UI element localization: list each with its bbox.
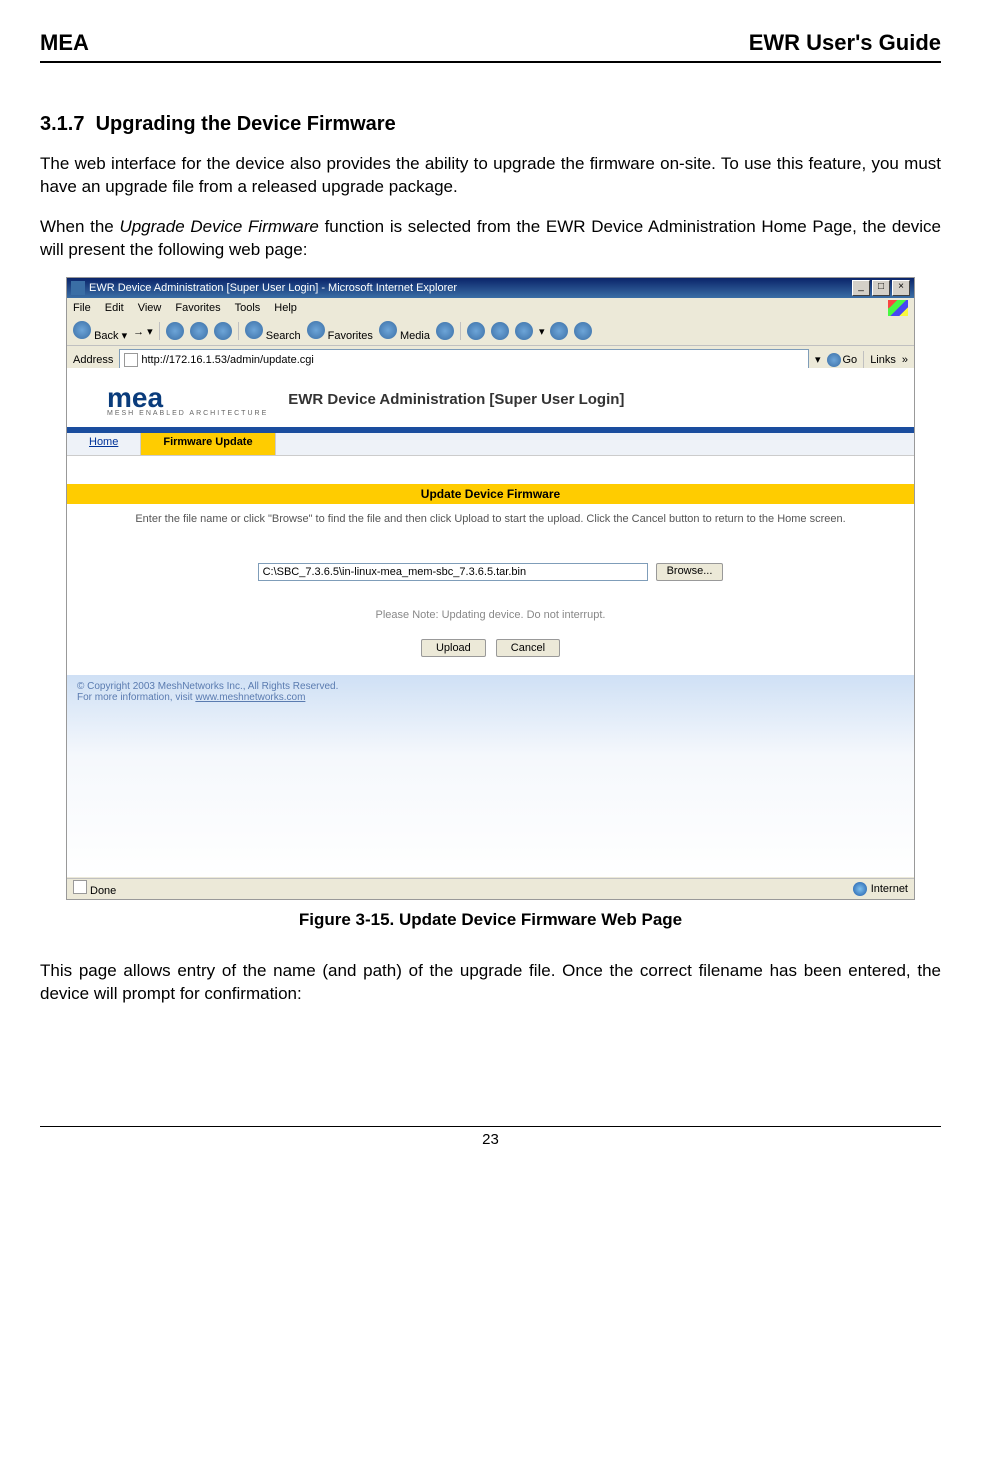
ie-icon (71, 281, 85, 295)
messenger-icon[interactable] (574, 322, 592, 340)
status-left: Done (73, 880, 116, 897)
upload-button[interactable]: Upload (421, 639, 486, 657)
minimize-button[interactable]: _ (852, 280, 870, 296)
discuss-icon[interactable] (550, 322, 568, 340)
menu-view[interactable]: View (138, 302, 162, 314)
links-label[interactable]: Links (870, 354, 896, 366)
tab-row: Home Firmware Update (67, 433, 914, 456)
forward-button[interactable]: → ▾ (133, 325, 153, 338)
done-icon (73, 880, 87, 894)
file-path-input[interactable]: C:\SBC_7.3.6.5\in-linux-mea_mem-sbc_7.3.… (258, 563, 648, 581)
edit-icon[interactable] (515, 322, 533, 340)
window-titlebar: EWR Device Administration [Super User Lo… (67, 278, 914, 298)
paragraph-1: The web interface for the device also pr… (40, 153, 941, 199)
close-button[interactable]: × (892, 280, 910, 296)
back-button[interactable]: Back ▾ (73, 321, 127, 342)
address-label: Address (73, 354, 113, 366)
tab-firmware-update[interactable]: Firmware Update (141, 433, 275, 455)
meshnetworks-link[interactable]: www.meshnetworks.com (195, 692, 305, 703)
favorites-button[interactable]: Favorites (307, 321, 373, 342)
note-text: Please Note: Updating device. Do not int… (67, 591, 914, 639)
mea-logo: mea MESH ENABLED ARCHITECTURE (107, 382, 268, 417)
toolbar: Back ▾ → ▾ Search Favorites Media ▾ (67, 318, 914, 346)
menu-edit[interactable]: Edit (105, 302, 124, 314)
button-row: Upload Cancel (67, 639, 914, 675)
figure-caption: Figure 3-15. Update Device Firmware Web … (40, 910, 941, 930)
copyright-text: © Copyright 2003 MeshNetworks Inc., All … (77, 681, 904, 692)
refresh-icon[interactable] (190, 322, 208, 340)
header-right: EWR User's Guide (749, 30, 941, 56)
page-footer: © Copyright 2003 MeshNetworks Inc., All … (67, 675, 914, 877)
page-footer-number: 23 (40, 1126, 941, 1148)
paragraph-3: This page allows entry of the name (and … (40, 960, 941, 1006)
admin-title: EWR Device Administration [Super User Lo… (288, 391, 624, 408)
section-number: 3.1.7 (40, 113, 84, 135)
menu-file[interactable]: File (73, 302, 91, 314)
go-icon (827, 353, 841, 367)
file-row: C:\SBC_7.3.6.5\in-linux-mea_mem-sbc_7.3.… (67, 535, 914, 591)
maximize-button[interactable]: □ (872, 280, 890, 296)
print-icon[interactable] (491, 322, 509, 340)
logo-bar: mea MESH ENABLED ARCHITECTURE EWR Device… (67, 368, 914, 427)
cancel-button[interactable]: Cancel (496, 639, 560, 657)
tab-home[interactable]: Home (67, 433, 141, 455)
go-button[interactable]: Go (827, 353, 858, 367)
browse-button[interactable]: Browse... (656, 563, 724, 581)
status-bar: Done Internet (67, 878, 914, 899)
ie-logo-icon (888, 300, 908, 316)
media-icon (379, 321, 397, 339)
section-heading: 3.1.7 Upgrading the Device Firmware (40, 113, 941, 136)
home-icon[interactable] (214, 322, 232, 340)
paragraph-2: When the Upgrade Device Firmware functio… (40, 216, 941, 262)
menu-tools[interactable]: Tools (235, 302, 261, 314)
browser-screenshot: EWR Device Administration [Super User Lo… (66, 277, 915, 900)
window-controls: _ □ × (852, 280, 910, 296)
favorites-icon (307, 321, 325, 339)
window-title: EWR Device Administration [Super User Lo… (71, 281, 457, 295)
search-icon (245, 321, 263, 339)
internet-zone-icon (853, 882, 867, 896)
instructions-text: Enter the file name or click "Browse" to… (67, 504, 914, 535)
menu-favorites[interactable]: Favorites (175, 302, 220, 314)
section-title: Upgrading the Device Firmware (96, 113, 396, 135)
panel-title: Update Device Firmware (67, 484, 914, 504)
page-header: MEA EWR User's Guide (40, 30, 941, 63)
page-content: mea MESH ENABLED ARCHITECTURE EWR Device… (67, 368, 914, 877)
mail-icon[interactable] (467, 322, 485, 340)
media-button[interactable]: Media (379, 321, 430, 342)
history-icon[interactable] (436, 322, 454, 340)
header-left: MEA (40, 30, 89, 56)
menu-help[interactable]: Help (274, 302, 297, 314)
page-icon (124, 353, 138, 367)
stop-icon[interactable] (166, 322, 184, 340)
status-right: Internet (853, 882, 908, 896)
menu-bar: File Edit View Favorites Tools Help (67, 298, 914, 318)
back-icon (73, 321, 91, 339)
search-button[interactable]: Search (245, 321, 301, 342)
italic-term: Upgrade Device Firmware (119, 217, 318, 236)
